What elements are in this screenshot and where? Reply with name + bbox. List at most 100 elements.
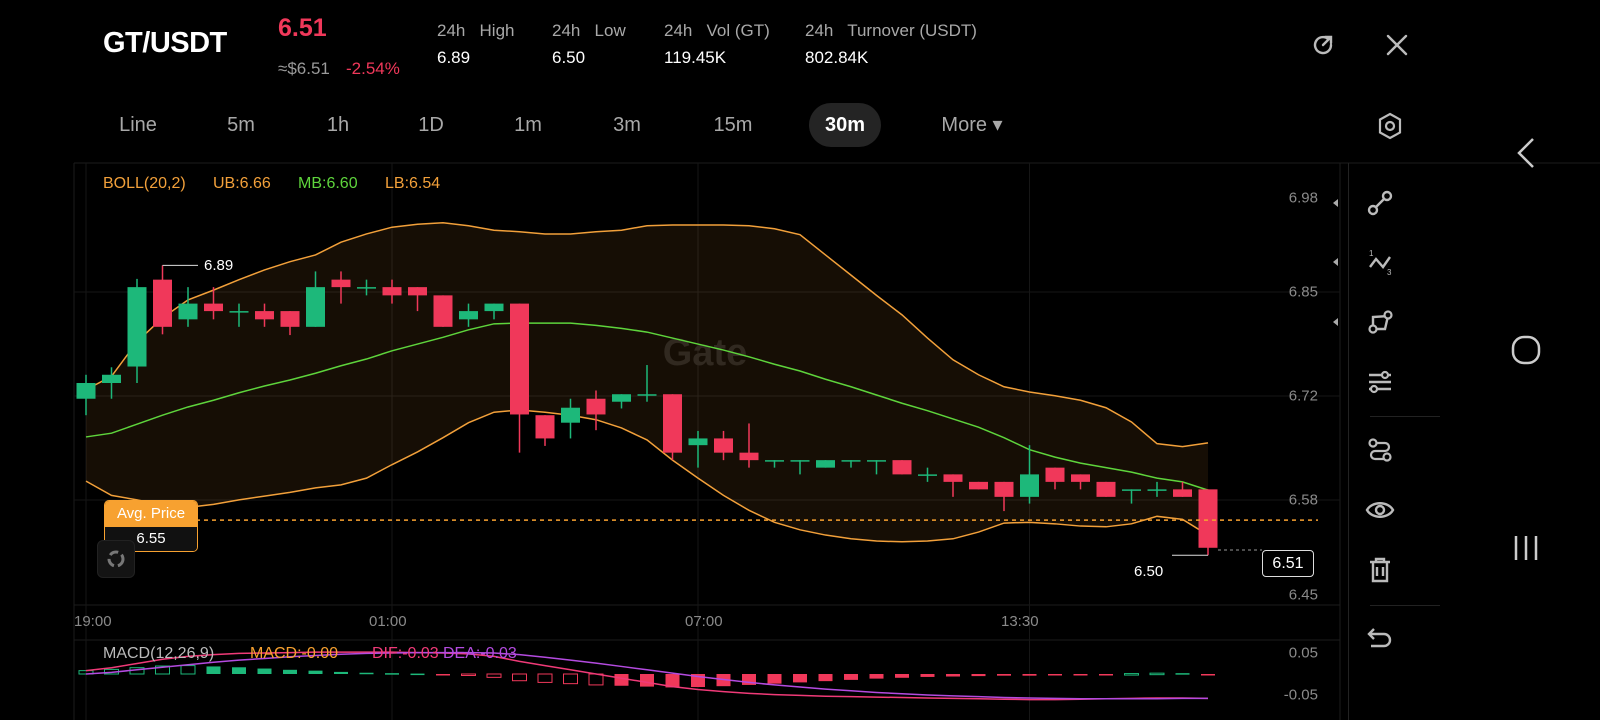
x-tick: 07:00	[685, 613, 723, 630]
dif-value: DIF:-0.03	[372, 645, 439, 662]
trash-icon[interactable]	[1365, 555, 1395, 585]
macd-histogram-bar	[359, 672, 374, 675]
candle-body	[714, 438, 733, 453]
y-tick: 6.58	[1288, 491, 1318, 509]
macd-histogram-bar	[844, 674, 858, 680]
macd-histogram-bar	[283, 669, 297, 674]
candle-body	[688, 438, 708, 446]
candle-body	[663, 394, 682, 453]
caret-left-icon[interactable]	[1333, 199, 1338, 207]
svg-text:3: 3	[1387, 268, 1392, 277]
low-marker: 6.50	[1134, 563, 1164, 580]
macd-histogram-bar	[869, 674, 884, 679]
macd-histogram-bar	[512, 673, 527, 682]
macd-histogram-bar	[1201, 674, 1215, 676]
candle-body	[459, 311, 478, 320]
macd-value: MACD:-0.00	[250, 645, 339, 662]
position-toggle-button[interactable]	[97, 540, 135, 578]
candle-body	[892, 460, 912, 475]
candle-body	[357, 287, 376, 289]
boll-lb: LB:6.54	[385, 175, 441, 192]
candle-body	[969, 481, 988, 490]
macd-histogram-bar	[1022, 674, 1037, 676]
path-icon[interactable]	[1365, 435, 1395, 465]
macd-histogram-bar	[640, 674, 654, 687]
settings-sliders-icon[interactable]	[1365, 366, 1395, 396]
candle-body	[994, 481, 1014, 497]
recents-icon[interactable]	[1511, 533, 1541, 563]
candlestick-chart[interactable]: Gate	[0, 0, 1600, 720]
candle-body	[765, 460, 784, 462]
line-tool-icon[interactable]	[1365, 188, 1395, 218]
macd-histogram-bar	[1149, 672, 1165, 676]
macd-histogram-bar	[180, 665, 196, 675]
candle-body	[331, 279, 351, 288]
home-icon[interactable]	[1510, 334, 1542, 366]
macd-histogram-bar	[946, 674, 960, 677]
current-price-tag: 6.51	[1262, 550, 1314, 577]
x-tick: 01:00	[369, 613, 407, 630]
y-tick: 6.45	[1288, 586, 1318, 604]
candle-body	[535, 415, 555, 439]
macd-histogram-bar	[206, 666, 221, 674]
candle-body	[153, 279, 172, 327]
candle-body	[178, 303, 198, 320]
candle-body	[637, 394, 657, 396]
candle-body	[127, 287, 147, 367]
dea-value: DEA:-0.03	[443, 645, 517, 662]
candle-body	[1147, 489, 1167, 491]
candle-body	[943, 474, 963, 482]
candle-body	[510, 303, 529, 415]
macd-histogram-bar	[486, 673, 502, 678]
candle-body	[306, 287, 325, 327]
boll-mb: MB:6.60	[298, 175, 358, 192]
macd-histogram-bar	[767, 674, 782, 684]
candle-body	[1173, 489, 1192, 497]
candle-body	[204, 303, 223, 312]
candle-body	[1122, 489, 1141, 491]
back-icon[interactable]	[1515, 136, 1537, 170]
macd-histogram-bar	[537, 673, 553, 683]
candle-body	[1071, 474, 1090, 482]
macd-histogram-bar	[334, 671, 348, 674]
boll-ub: UB:6.66	[213, 175, 271, 192]
candle-body	[1096, 481, 1116, 497]
undo-icon[interactable]	[1365, 623, 1395, 653]
macd-histogram-bar	[1124, 673, 1139, 676]
macd-histogram-bar	[461, 673, 476, 676]
candle-body	[790, 460, 810, 462]
caret-left-icon[interactable]	[1333, 258, 1338, 266]
candle-body	[433, 295, 453, 327]
eye-icon[interactable]	[1365, 495, 1395, 525]
high-marker: 6.89	[204, 257, 234, 274]
candle-body	[561, 407, 580, 423]
candle-body	[1045, 467, 1065, 482]
shape-tool-icon[interactable]	[1365, 307, 1395, 337]
macd-histogram-bar	[1099, 674, 1113, 676]
candle-body	[102, 374, 121, 384]
macd-histogram-bar	[614, 674, 629, 686]
macd-histogram-bar	[920, 674, 935, 677]
toolbar-divider	[1348, 163, 1349, 720]
y-tick: 6.98	[1288, 189, 1318, 207]
macd-histogram-bar	[436, 674, 450, 676]
macd-histogram-bar	[793, 674, 807, 683]
toolbar-separator	[1370, 605, 1440, 606]
candle-body	[1020, 474, 1039, 497]
macd-histogram-bar	[1073, 674, 1088, 676]
candle-body	[918, 474, 937, 476]
macd-histogram-bar	[997, 674, 1011, 676]
candle-body	[484, 303, 504, 312]
boll-label[interactable]: BOLL(20,2)	[103, 175, 186, 193]
macd-histogram-bar	[1048, 674, 1062, 676]
y-tick: 6.85	[1288, 283, 1318, 301]
macd-y-tick: -0.05	[1283, 686, 1318, 704]
candle-body	[255, 311, 274, 320]
candle-body	[739, 452, 759, 461]
macd-histogram-bar	[232, 667, 246, 674]
fibonacci-tool-icon[interactable]: 13	[1365, 247, 1395, 277]
caret-left-icon[interactable]	[1333, 318, 1338, 326]
candle-body	[867, 460, 886, 462]
macd-label[interactable]: MACD(12,26,9)	[103, 645, 214, 663]
macd-histogram-bar	[818, 674, 833, 682]
